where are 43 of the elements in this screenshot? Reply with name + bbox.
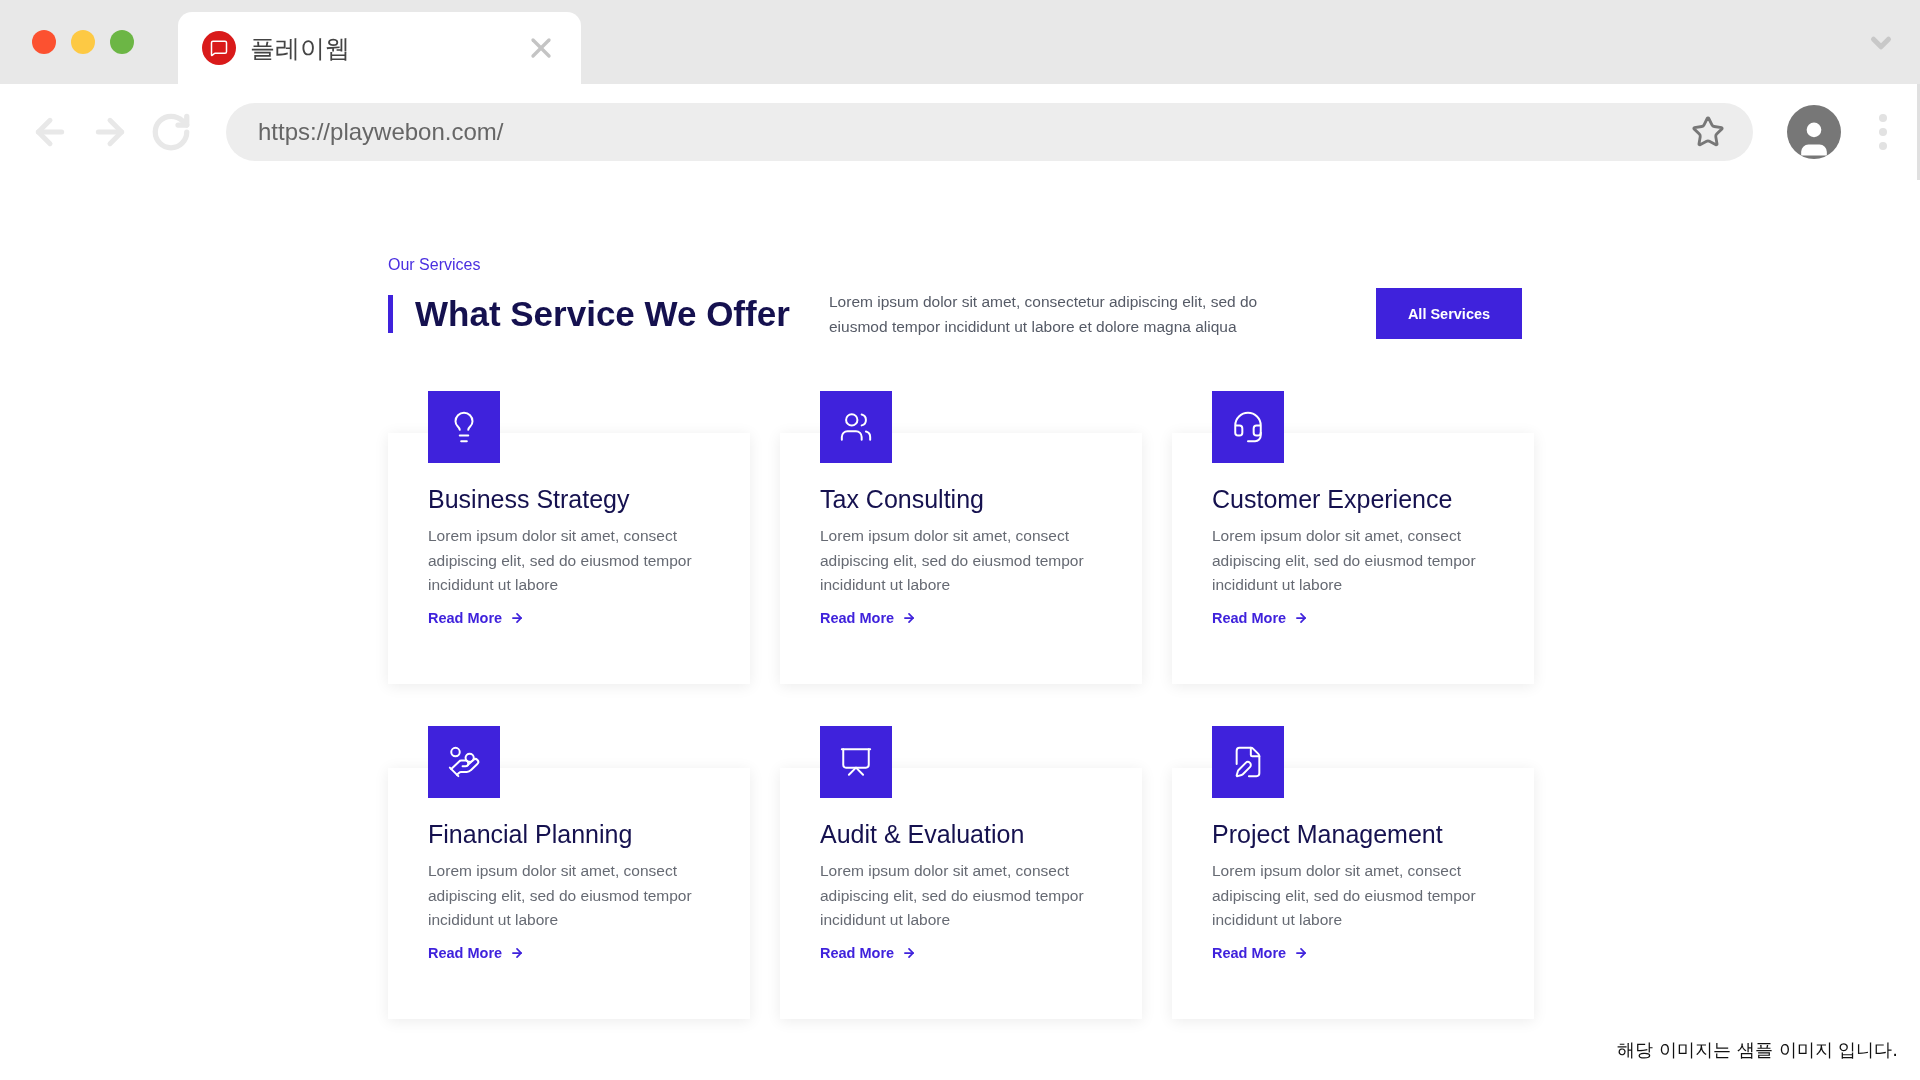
card-title: Financial Planning bbox=[428, 820, 634, 849]
section-intro: Lorem ipsum dolor sit amet, consectetur adipiscing elit, sed do eiusmod tempor incididunt ut labore et dolore magna aliqua bbox=[829, 291, 1259, 337]
card-title: Business Strategy bbox=[428, 485, 631, 514]
card-title: Customer Experience bbox=[1212, 485, 1454, 514]
sample-image-note: 해당 이미지는 샘플 이미지 입니다. bbox=[1617, 1038, 1898, 1062]
presentation-chart-icon bbox=[839, 745, 873, 779]
arrow-right-icon bbox=[902, 945, 917, 960]
address-field[interactable]: https://playwebon.com/ bbox=[226, 103, 1753, 161]
tab-title: 플레이웹 bbox=[250, 32, 351, 65]
all-services-button[interactable]: All Services bbox=[1376, 288, 1522, 339]
card-text: Lorem ipsum dolor sit amet, consect adipiscing elit, sed do eiusmod tempor incididunt ut labore bbox=[820, 861, 1085, 930]
card-text: Lorem ipsum dolor sit amet, consect adipiscing elit, sed do eiusmod tempor incididunt ut labore bbox=[820, 526, 1085, 595]
arrow-right-icon bbox=[902, 610, 917, 625]
read-more-link[interactable]: Read More bbox=[1212, 944, 1309, 961]
maximize-window-button[interactable] bbox=[110, 30, 134, 54]
arrow-right-icon bbox=[1294, 945, 1309, 960]
read-more-link[interactable]: Read More bbox=[428, 944, 525, 961]
close-window-button[interactable] bbox=[32, 30, 56, 54]
hand-coins-icon bbox=[447, 745, 481, 779]
section-title: What Service We Offer bbox=[388, 294, 815, 333]
site-logo-icon bbox=[202, 31, 236, 65]
url-text: https://playwebon.com/ bbox=[258, 118, 505, 146]
card-title: Tax Consulting bbox=[820, 485, 985, 514]
card-text: Lorem ipsum dolor sit amet, consect adipiscing elit, sed do eiusmod tempor incididunt ut labore bbox=[1212, 526, 1477, 595]
read-more-link[interactable]: Read More bbox=[820, 609, 917, 626]
card-text: Lorem ipsum dolor sit amet, consect adipiscing elit, sed do eiusmod tempor incididunt ut labore bbox=[428, 526, 693, 595]
card-title: Project Management bbox=[1212, 820, 1444, 849]
arrow-right-icon bbox=[1294, 610, 1309, 625]
browser-tab[interactable]: 플레이웹 bbox=[178, 12, 581, 84]
star-icon[interactable] bbox=[1691, 115, 1725, 149]
read-more-link[interactable]: Read More bbox=[820, 944, 917, 961]
more-menu-icon[interactable] bbox=[1879, 114, 1887, 150]
read-more-link[interactable]: Read More bbox=[428, 609, 525, 626]
profile-avatar[interactable] bbox=[1787, 105, 1841, 159]
people-icon bbox=[839, 410, 873, 444]
read-more-link[interactable]: Read More bbox=[1212, 609, 1309, 626]
arrow-right-icon bbox=[510, 945, 525, 960]
card-title: Audit & Evaluation bbox=[820, 820, 1026, 849]
section-eyebrow: Our Services bbox=[388, 256, 482, 274]
minimize-window-button[interactable] bbox=[71, 30, 95, 54]
card-text: Lorem ipsum dolor sit amet, consect adipiscing elit, sed do eiusmod tempor incididunt ut labore bbox=[428, 861, 693, 930]
arrow-right-icon bbox=[510, 610, 525, 625]
card-text: Lorem ipsum dolor sit amet, consect adipiscing elit, sed do eiusmod tempor incididunt ut labore bbox=[1212, 861, 1477, 930]
